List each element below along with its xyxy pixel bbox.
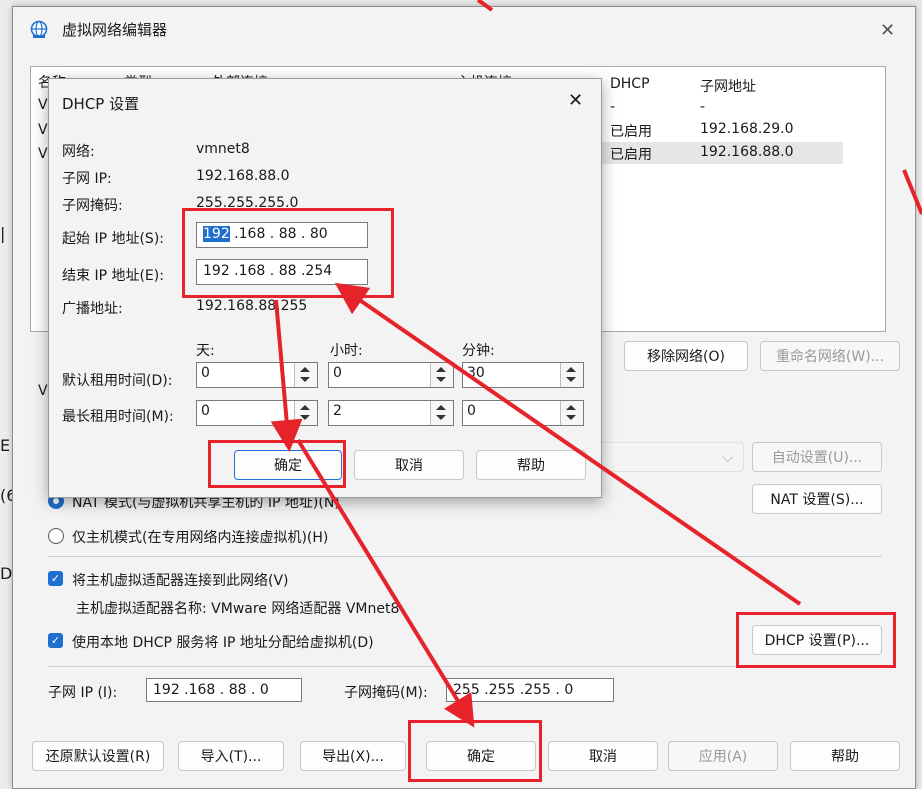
arrow-top-stroke	[476, 0, 494, 12]
arrow-to-main-ok	[296, 438, 475, 728]
arrow-dhcp-to-range	[334, 282, 802, 606]
annotation-arrows	[270, 0, 922, 728]
arrow-right-stroke	[902, 169, 922, 215]
arrow-range-to-ok	[270, 299, 303, 452]
